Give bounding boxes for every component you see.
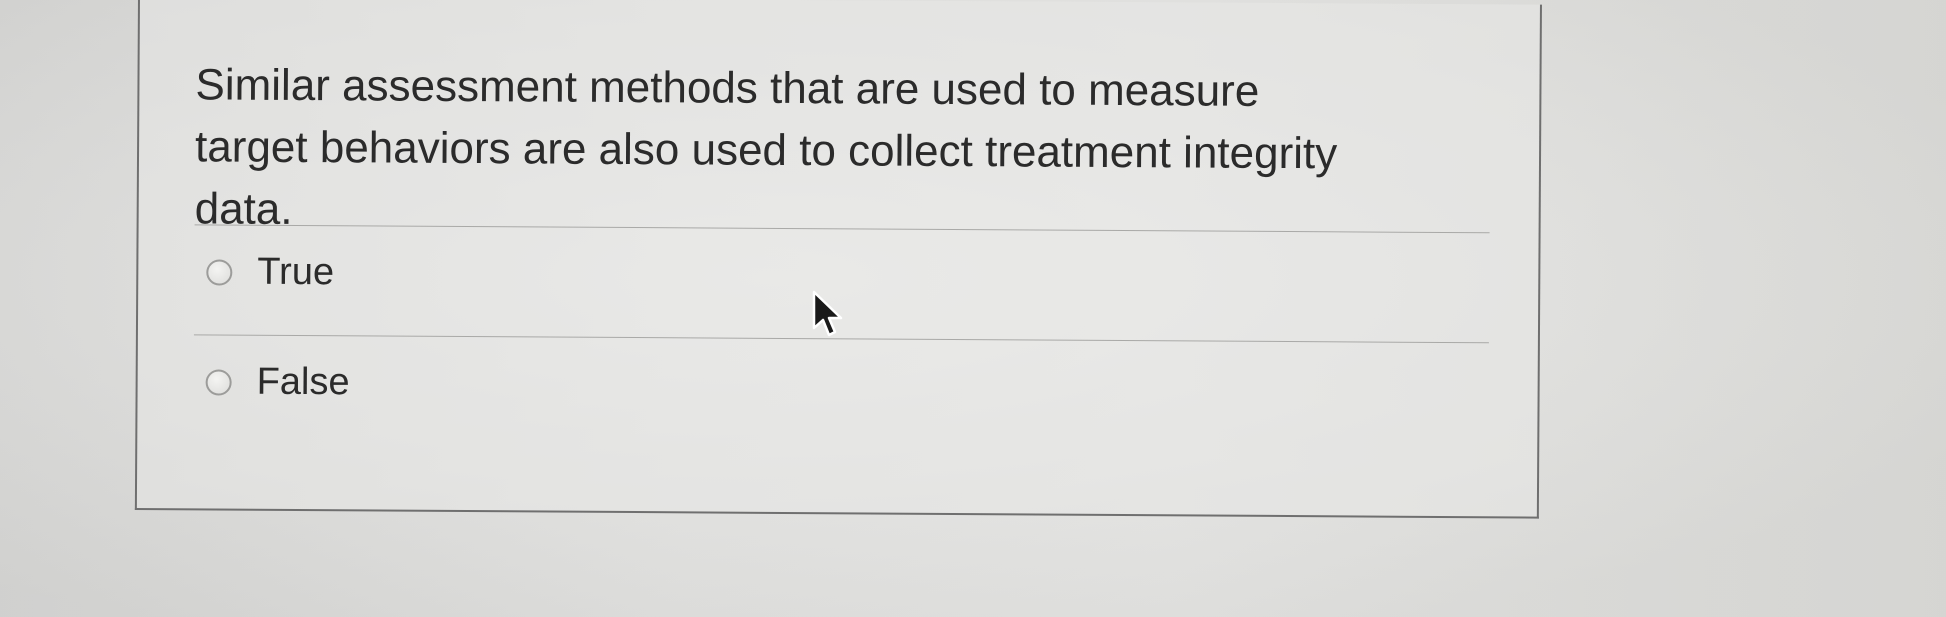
question-text: Similar assessment methods that are used… bbox=[194, 60, 1338, 234]
radio-button-false[interactable] bbox=[205, 368, 232, 396]
option-false[interactable]: False bbox=[205, 360, 350, 404]
question-card: Similar assessment methods that are used… bbox=[134, 0, 1542, 519]
mouse-pointer-icon bbox=[812, 290, 843, 337]
option-label-true: True bbox=[257, 250, 335, 294]
radio-button-true[interactable] bbox=[206, 258, 233, 286]
option-true[interactable]: True bbox=[206, 250, 334, 294]
option-label-false: False bbox=[256, 360, 350, 404]
